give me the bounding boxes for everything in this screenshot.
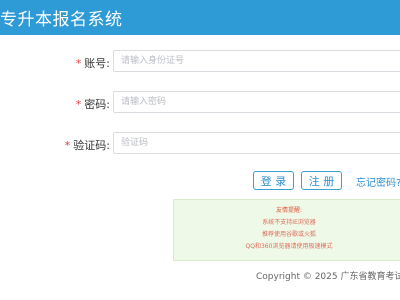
notice-line: 推荐使用谷歌或火狐 (261, 231, 316, 238)
password-label-text: 密码: (84, 98, 110, 111)
register-button[interactable]: 注 册 (301, 171, 342, 190)
notice-line: QQ和360浏览器请使用极速模式 (245, 243, 333, 250)
required-mark: * (64, 139, 71, 152)
notice-title: 友情提醒: (275, 207, 303, 214)
forgot-password-link[interactable]: 忘记密码? (356, 174, 400, 189)
notice-line: 系统不支持IE浏览器 (262, 219, 316, 226)
password-input[interactable] (113, 91, 400, 113)
page-title: 专升本报名系统 (0, 10, 123, 30)
required-mark: * (75, 57, 82, 70)
captcha-label: * 验证码: (65, 137, 110, 153)
account-input[interactable] (113, 50, 400, 72)
login-button[interactable]: 登 录 (253, 171, 294, 190)
password-row: * 密码: (0, 91, 400, 117)
account-label: * 账号: (76, 55, 110, 71)
account-row: * 账号: (0, 50, 400, 76)
captcha-row: * 验证码: (0, 132, 400, 158)
password-label: * 密码: (76, 96, 110, 112)
captcha-label-text: 验证码: (73, 139, 110, 152)
captcha-input[interactable] (113, 132, 400, 154)
footer-copyright: Copyright © 2025 广东省教育考试 (256, 272, 400, 282)
required-mark: * (75, 98, 82, 111)
notice-box: 友情提醒: 系统不支持IE浏览器 推荐使用谷歌或火狐 QQ和360浏览器请使用极… (173, 199, 400, 261)
account-label-text: 账号: (84, 57, 110, 70)
header-bar: 专升本报名系统 (0, 0, 400, 35)
